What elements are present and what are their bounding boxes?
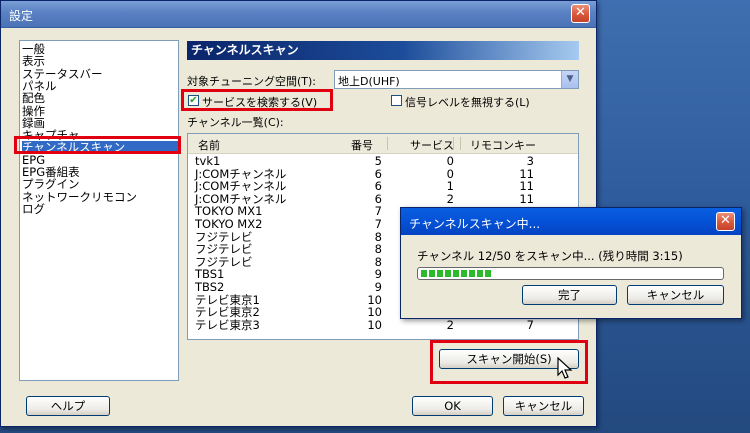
cell-remote: 7 [526, 317, 534, 332]
progress-cancel-button[interactable]: キャンセル [627, 285, 724, 305]
cell-number: 10 [367, 292, 382, 307]
tree-item[interactable]: プラグイン [22, 178, 80, 190]
cell-number: 9 [374, 280, 382, 294]
cell-number: 5 [374, 154, 382, 168]
progress-segment [485, 270, 491, 277]
cell-service: 2 [446, 191, 454, 206]
cell-service: 0 [446, 166, 454, 181]
cell-number: 8 [374, 229, 382, 244]
tree-item[interactable]: ネットワークリモコン [22, 191, 137, 203]
ignore-signal-checkbox[interactable] [391, 95, 402, 106]
cell-remote: 11 [519, 179, 534, 194]
progress-segment [461, 270, 467, 277]
close-icon[interactable]: ✕ [716, 212, 735, 231]
tree-item[interactable]: 操作 [22, 105, 45, 117]
progress-dialog-title: チャンネルスキャン中... [409, 217, 541, 231]
highlight-box-checkbox [181, 89, 333, 111]
cell-name: TOKYO MX1 [195, 204, 263, 219]
cell-name: TBS2 [195, 280, 225, 294]
chevron-down-icon[interactable]: ▼ [561, 71, 578, 88]
cell-name: テレビ東京2 [195, 305, 260, 320]
tuning-space-label: 対象チューニング空間(T): [187, 75, 317, 88]
channel-list-label: チャンネル一覧(C): [187, 116, 284, 129]
cell-name: テレビ東京1 [195, 292, 260, 307]
cell-remote: 11 [519, 166, 534, 181]
column-divider[interactable] [387, 137, 388, 150]
tree-item[interactable]: 一般 [22, 43, 45, 55]
progress-segment [469, 270, 475, 277]
cell-service: 0 [446, 154, 454, 168]
highlight-box-tree [14, 136, 181, 154]
cell-remote: 3 [526, 154, 534, 168]
cell-name: J:COMチャンネル [195, 179, 287, 194]
progress-segment [421, 270, 427, 277]
table-row[interactable]: テレビ東京3 10 2 7 [188, 319, 578, 332]
title-bar[interactable]: 設定 ✕ [1, 1, 596, 28]
cell-number: 6 [374, 179, 382, 194]
column-number[interactable]: 番号 [351, 137, 373, 153]
cell-name: J:COMチャンネル [195, 166, 287, 181]
table-row[interactable]: J:COMチャンネル 6 1 11 [188, 180, 578, 193]
tree-item[interactable]: 表示 [22, 55, 45, 67]
cell-name: テレビ東京3 [195, 317, 260, 332]
tree-item[interactable]: EPG番組表 [22, 166, 80, 178]
ok-button[interactable]: OK [412, 396, 493, 416]
tree-item[interactable]: ログ [22, 203, 45, 215]
progress-segment [477, 270, 483, 277]
tree-item[interactable]: パネル [22, 80, 57, 92]
progress-segment [445, 270, 451, 277]
tree-item[interactable]: 録画 [22, 117, 45, 129]
progress-segment [453, 270, 459, 277]
cell-number: 10 [367, 305, 382, 320]
cell-number: 6 [374, 166, 382, 181]
cancel-button[interactable]: キャンセル [503, 396, 584, 416]
column-remote[interactable]: リモコンキー [470, 137, 536, 153]
tree-item[interactable]: ステータスバー [22, 68, 103, 80]
progress-segment [429, 270, 435, 277]
close-icon[interactable]: ✕ [571, 4, 590, 23]
cell-number: 9 [374, 267, 382, 282]
tree-item[interactable]: EPG [22, 154, 45, 166]
cell-number: 7 [374, 204, 382, 219]
cell-number: 6 [374, 191, 382, 206]
cell-number: 8 [374, 254, 382, 269]
cell-name: フジテレビ [195, 229, 253, 244]
column-service[interactable]: サービス [410, 137, 454, 153]
cell-name: J:COMチャンネル [195, 191, 287, 206]
ignore-signal-label[interactable]: 信号レベルを無視する(L) [405, 94, 530, 110]
progress-segment [437, 270, 443, 277]
cell-service: 2 [446, 317, 454, 332]
column-divider[interactable] [460, 137, 461, 150]
cell-number: 7 [374, 217, 382, 231]
cell-name: フジテレビ [195, 242, 253, 257]
cell-name: tvk1 [195, 154, 221, 168]
cell-name: TOKYO MX2 [195, 217, 263, 231]
channel-list-header: 名前 番号 サービス リモコンキー [188, 134, 578, 154]
settings-tree[interactable]: 一般 表示 ステータスバー パネル 配色 操作 録画 キャプチャ チャンネルスキャン EPG EPG… [19, 40, 179, 381]
progress-title-bar[interactable]: チャンネルスキャン中... ✕ [401, 208, 741, 235]
cell-service: 1 [446, 179, 454, 194]
scan-progress-bar [417, 267, 724, 280]
cell-number: 10 [367, 317, 382, 332]
cell-remote: 11 [519, 191, 534, 206]
panel-header: チャンネルスキャン [187, 41, 579, 60]
progress-message: チャンネル 12/50 をスキャン中... (残り時間 3:15) [417, 249, 683, 263]
cell-name: フジテレビ [195, 254, 253, 269]
tree-item[interactable]: 配色 [22, 92, 45, 104]
progress-fill [421, 270, 491, 277]
tuning-space-value: 地上D(UHF) [338, 75, 400, 88]
table-row[interactable]: tvk1 5 0 3 [188, 155, 578, 168]
cell-name: TBS1 [195, 267, 225, 282]
window-title: 設定 [9, 9, 34, 23]
column-name[interactable]: 名前 [198, 137, 220, 153]
help-button[interactable]: ヘルプ [26, 396, 110, 416]
mouse-cursor-icon [557, 357, 573, 379]
scan-progress-dialog: チャンネルスキャン中... ✕ チャンネル 12/50 をスキャン中... (残… [400, 207, 742, 319]
done-button[interactable]: 完了 [522, 285, 617, 305]
cell-number: 8 [374, 242, 382, 257]
tuning-space-select[interactable]: 地上D(UHF) ▼ [334, 70, 579, 89]
